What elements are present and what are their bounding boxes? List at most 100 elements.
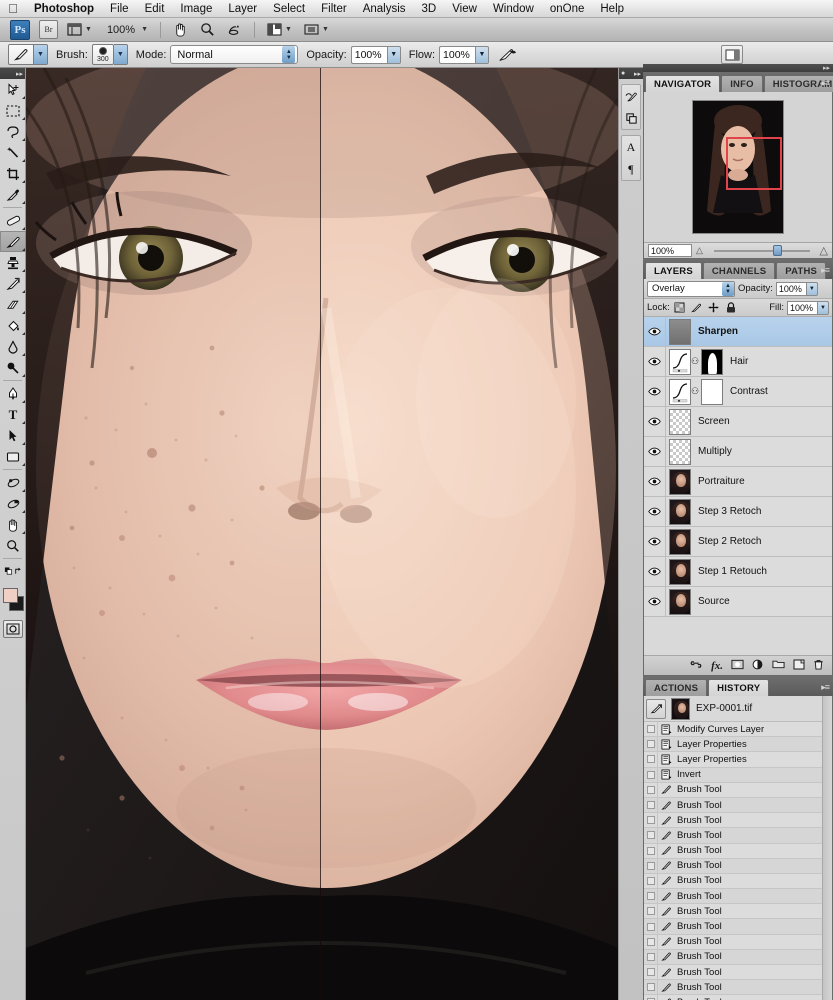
list-item[interactable]: Brush Tool — [644, 873, 832, 890]
list-item[interactable]: Brush Tool — [644, 888, 832, 905]
tool-gradient[interactable] — [0, 315, 26, 336]
list-item[interactable]: Brush Tool — [644, 782, 832, 798]
tool-3d-rotate[interactable] — [0, 472, 26, 493]
toolbox-collapse-handle[interactable]: ▸▸ — [0, 68, 25, 79]
layer-opacity-dropdown-icon[interactable]: ▼ — [805, 281, 818, 296]
checkbox[interactable] — [646, 846, 655, 855]
layer-thumbnail[interactable] — [669, 408, 691, 435]
navigator-panel-handle[interactable]: ▸▸ — [643, 64, 833, 72]
create-snapshot-button[interactable] — [646, 698, 666, 719]
table-row[interactable]: Step 3 Retoch — [644, 496, 832, 527]
zoom-level-display[interactable]: 100% ▼ — [101, 20, 151, 39]
checkbox[interactable] — [646, 785, 655, 794]
list-item[interactable]: Brush Tool — [644, 843, 832, 859]
character-panel-button[interactable]: A — [622, 136, 640, 158]
new-adjustment-layer-button[interactable] — [752, 659, 764, 673]
checkbox[interactable] — [646, 816, 655, 825]
list-item[interactable]: Brush Tool — [644, 994, 832, 1000]
checkbox[interactable] — [646, 983, 655, 992]
tool-zoom[interactable] — [0, 535, 26, 556]
layer-visibility-toggle[interactable] — [644, 346, 666, 377]
airbrush-toggle-button[interactable] — [497, 45, 519, 65]
navigator-preview-area[interactable] — [644, 92, 832, 242]
list-item[interactable]: Brush Tool — [644, 827, 832, 844]
layer-thumbnail[interactable] — [669, 468, 691, 495]
history-brush-source-toggle[interactable] — [644, 949, 658, 965]
zoom-in-mountain-icon[interactable]: △ — [820, 244, 828, 257]
history-brush-source-toggle[interactable] — [644, 827, 658, 843]
checkbox[interactable] — [646, 907, 655, 916]
new-group-button[interactable] — [772, 659, 785, 672]
history-brush-source-toggle[interactable] — [644, 964, 658, 980]
tool-blur[interactable] — [0, 336, 26, 357]
history-brush-source-toggle[interactable] — [644, 736, 658, 752]
tool-type[interactable]: T — [0, 404, 26, 425]
layer-thumbnail[interactable] — [669, 378, 691, 405]
history-scrollbar[interactable] — [822, 696, 832, 1000]
list-item[interactable]: Brush Tool — [644, 979, 832, 996]
lock-position-button[interactable] — [707, 301, 721, 315]
zoom-out-mountain-icon[interactable]: △ — [696, 245, 703, 256]
layer-opacity-value[interactable]: 100% — [775, 281, 806, 296]
navigator-zoom-field[interactable]: 100% — [648, 244, 692, 257]
checkbox[interactable] — [646, 831, 655, 840]
table-row[interactable]: Step 1 Retouch — [644, 556, 832, 587]
view-extras-button[interactable]: ▼ — [64, 20, 95, 39]
table-row[interactable]: Step 2 Retoch — [644, 526, 832, 557]
launch-bridge-button[interactable]: Br — [39, 20, 58, 39]
tool-history-brush[interactable] — [0, 273, 26, 294]
list-item[interactable]: Layer Properties — [644, 751, 832, 768]
tool-path-selection[interactable] — [0, 425, 26, 446]
history-brush-source-toggle[interactable] — [644, 843, 658, 859]
new-layer-button[interactable] — [793, 659, 805, 673]
layer-thumbnail[interactable] — [669, 348, 691, 375]
layer-fill-value[interactable]: 100% — [787, 300, 817, 315]
tool-eyedropper[interactable] — [0, 184, 26, 205]
history-brush-source-toggle[interactable] — [644, 873, 658, 889]
document-canvas[interactable] — [26, 68, 618, 1000]
tab-paths[interactable]: PATHS — [776, 262, 827, 279]
arrange-documents-button[interactable]: ▼ — [264, 20, 295, 39]
menu-item-onone[interactable]: onOne — [542, 0, 593, 18]
layer-thumbnail[interactable] — [669, 498, 691, 525]
menu-item-select[interactable]: Select — [265, 0, 313, 18]
layer-blend-mode-select[interactable]: Overlay ▲ ▼ — [647, 280, 735, 297]
table-row[interactable]: Multiply — [644, 436, 832, 467]
lock-all-button[interactable] — [724, 301, 738, 315]
tab-history[interactable]: HISTORY — [708, 679, 770, 696]
layer-mask-thumbnail[interactable] — [701, 378, 723, 405]
tool-preset-picker[interactable]: ▼ — [8, 44, 48, 65]
layer-fill-dropdown-icon[interactable]: ▼ — [817, 300, 829, 315]
menu-item-window[interactable]: Window — [485, 0, 542, 18]
blend-mode-select[interactable]: Normal ▲ ▼ — [170, 45, 299, 64]
tool-3d-orbit[interactable] — [0, 493, 26, 514]
tool-move[interactable] — [0, 79, 26, 100]
navigator-thumbnail[interactable] — [692, 100, 784, 234]
history-brush-source-toggle[interactable] — [644, 994, 658, 1000]
list-item[interactable]: Brush Tool — [644, 934, 832, 950]
layer-visibility-toggle[interactable] — [644, 466, 666, 497]
history-brush-source-toggle[interactable] — [644, 903, 658, 919]
layer-visibility-toggle[interactable] — [644, 316, 666, 347]
brush-picker[interactable]: 300 ▼ — [91, 44, 128, 65]
panel-menu-icon[interactable]: ▸≡ — [821, 265, 830, 276]
table-row[interactable]: Portraiture — [644, 466, 832, 497]
checkbox[interactable] — [646, 801, 655, 810]
flow-dropdown-icon[interactable]: ▼ — [475, 45, 490, 64]
navigator-zoom-slider[interactable]: △ △ — [696, 244, 828, 257]
menu-item-view[interactable]: View — [444, 0, 485, 18]
menu-item-layer[interactable]: Layer — [220, 0, 265, 18]
history-brush-source-toggle[interactable] — [644, 934, 658, 950]
table-row[interactable]: ⚇ Hair — [644, 346, 832, 377]
link-layers-button[interactable] — [689, 660, 703, 672]
list-item[interactable]: Brush Tool — [644, 812, 832, 829]
checkbox[interactable] — [646, 861, 655, 870]
layer-thumbnail[interactable] — [669, 438, 691, 465]
layer-thumbnail[interactable] — [669, 318, 691, 345]
history-brush-source-toggle[interactable] — [644, 721, 658, 737]
list-item[interactable]: Brush Tool — [644, 903, 832, 920]
checkbox[interactable] — [646, 770, 655, 779]
tool-hand[interactable] — [0, 514, 26, 535]
layer-visibility-toggle[interactable] — [644, 526, 666, 557]
menu-item-photoshop[interactable]: Photoshop — [26, 0, 102, 18]
